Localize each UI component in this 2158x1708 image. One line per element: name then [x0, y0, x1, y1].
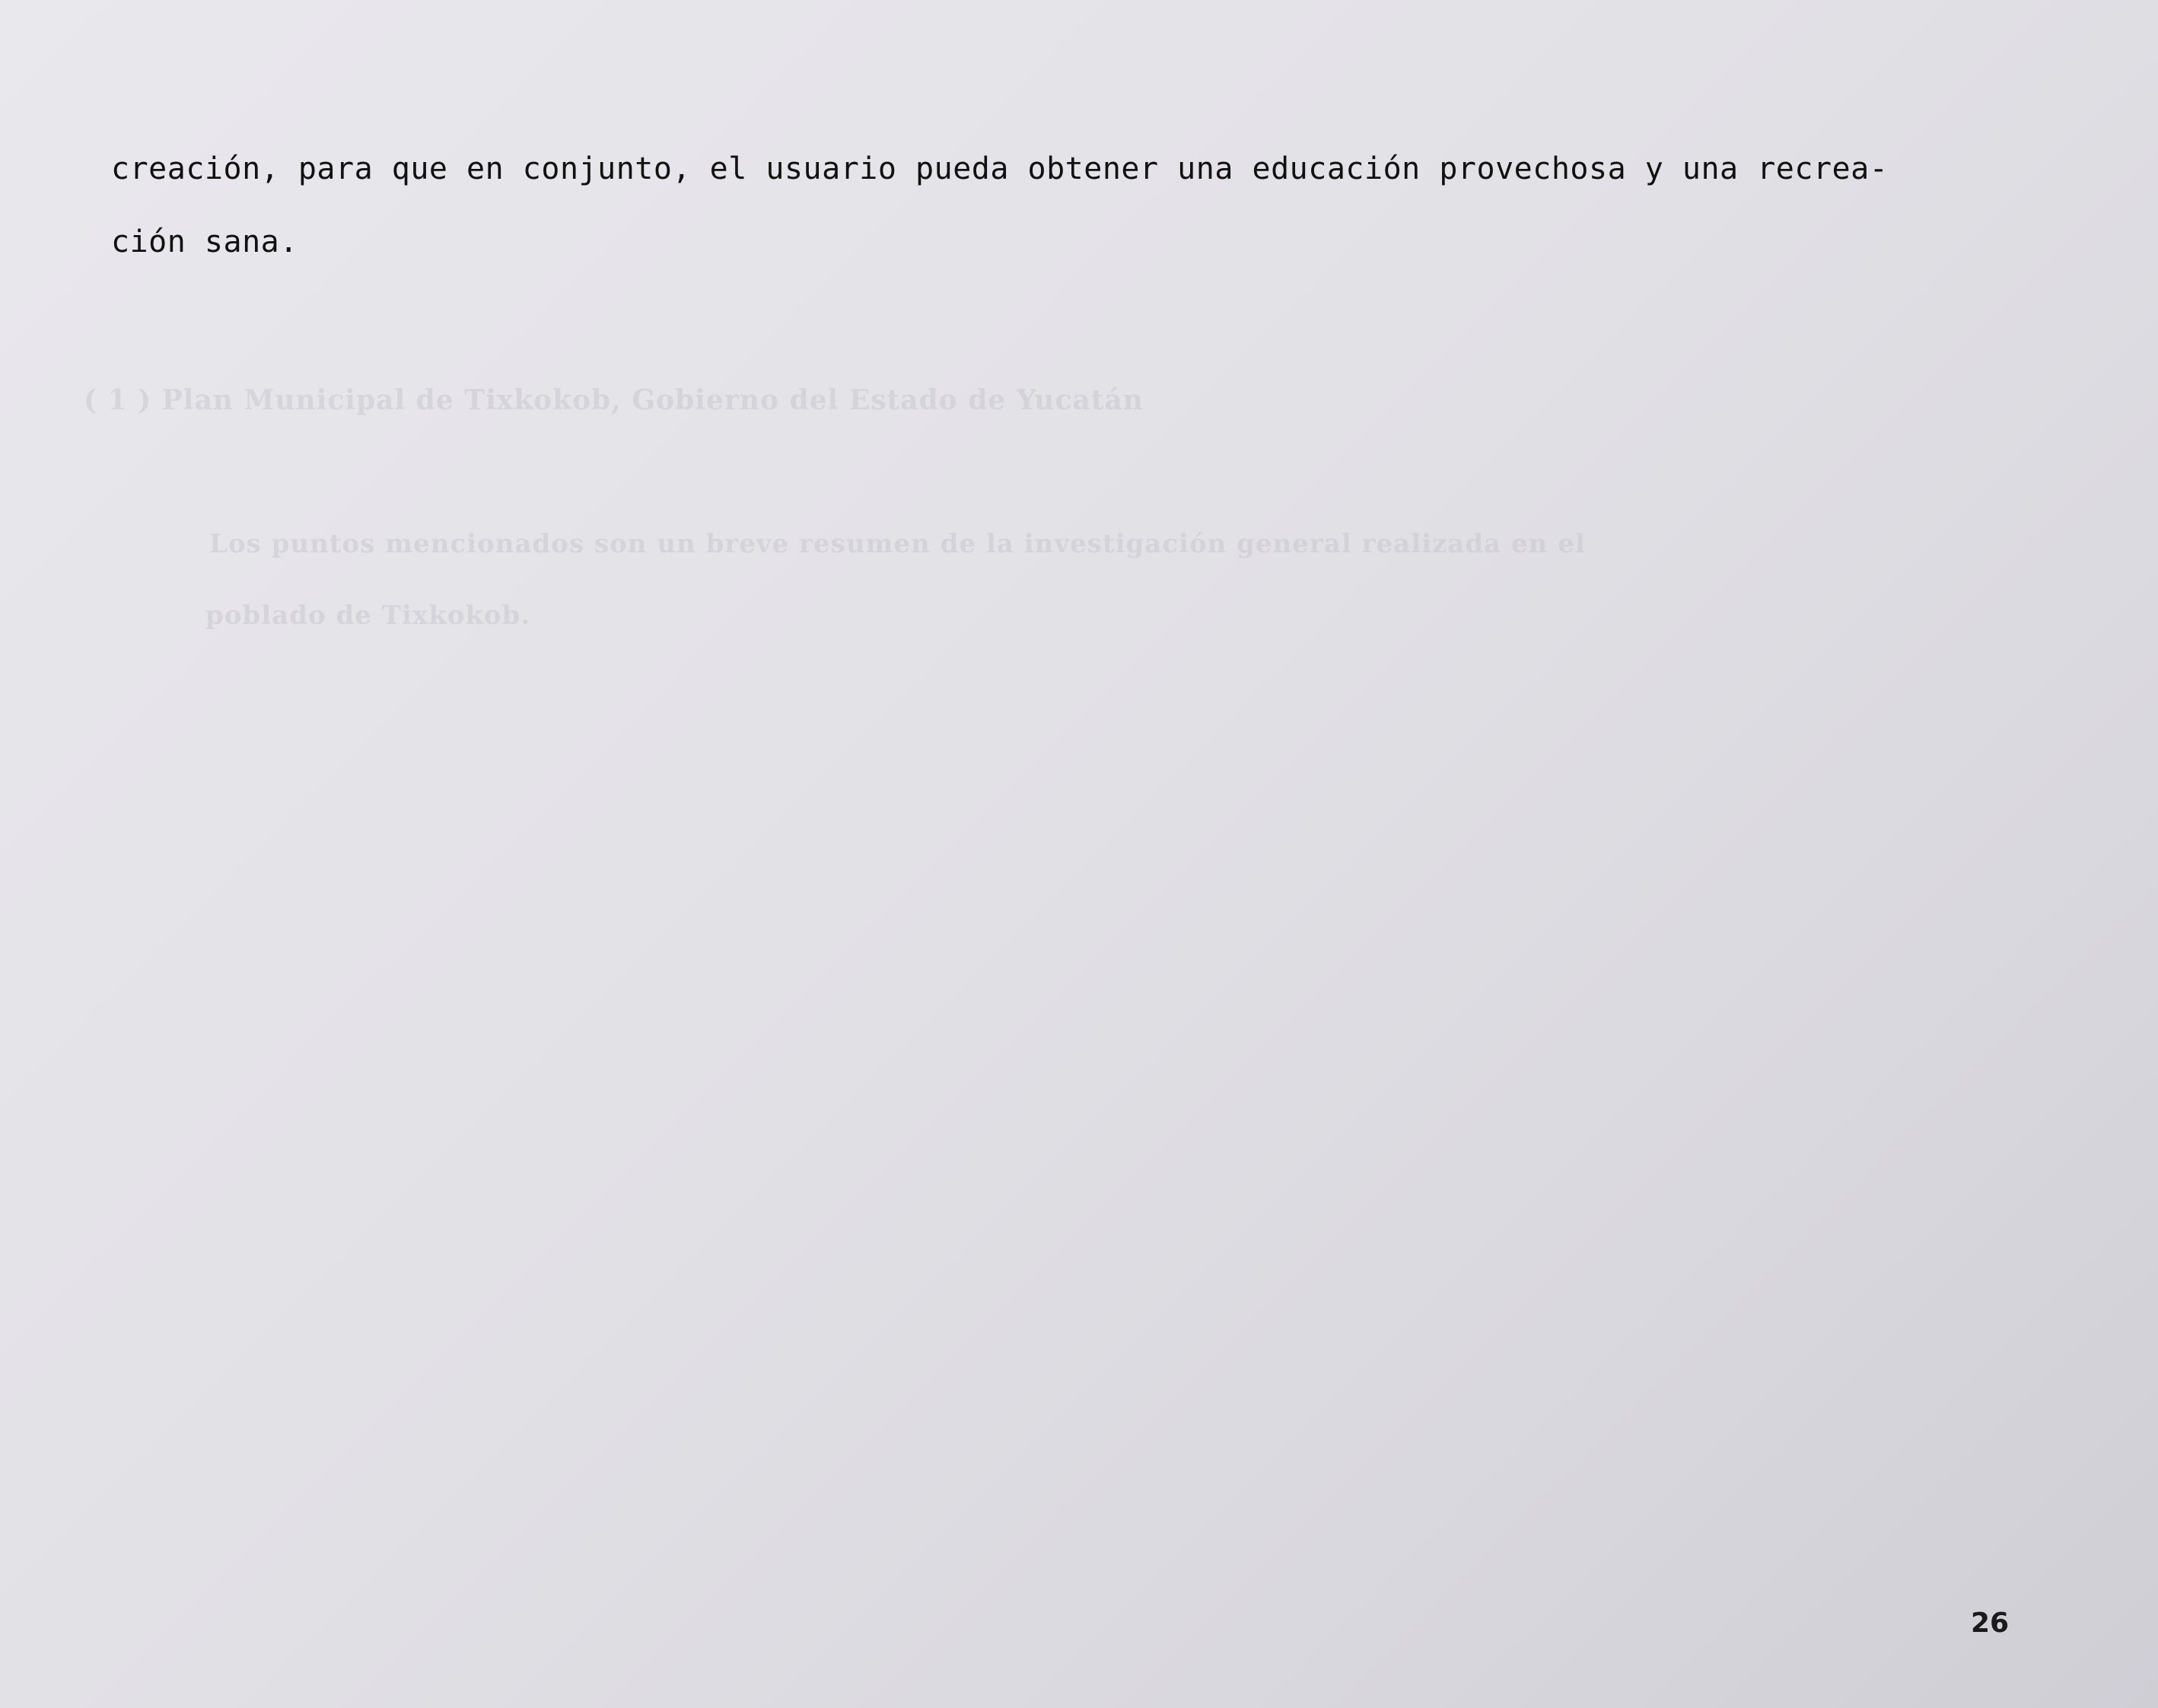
bleed-through-text-line: poblado de Tixkokob. [205, 600, 531, 631]
body-text-line: creación, para que en conjunto, el usuar… [111, 151, 1889, 186]
document-page: ( 1 ) Plan Municipal de Tixkokob, Gobier… [0, 0, 2158, 1708]
body-text-line: ción sana. [111, 224, 298, 259]
bleed-through-text-line: Los puntos mencionados son un breve resu… [209, 529, 1586, 559]
bleed-through-reference-line: ( 1 ) Plan Municipal de Tixkokob, Gobier… [84, 384, 1144, 416]
page-number: 26 [1971, 1608, 2010, 1639]
